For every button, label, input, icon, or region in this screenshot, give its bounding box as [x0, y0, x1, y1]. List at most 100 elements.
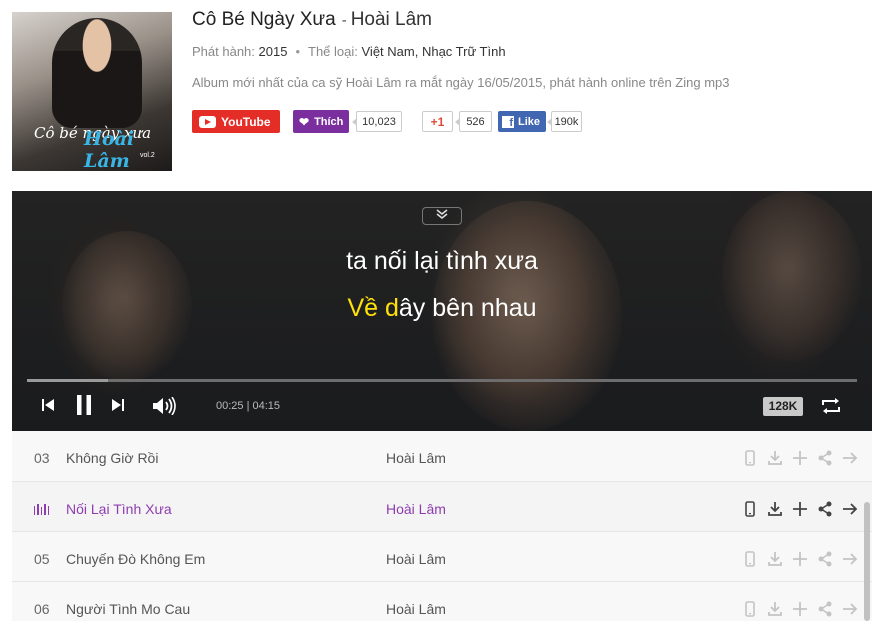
add-to-playlist-button[interactable] — [792, 551, 808, 567]
youtube-button[interactable]: YouTube — [192, 110, 280, 133]
like-count: 10,023 — [352, 111, 402, 132]
track-row[interactable]: 06 Người Tình Mo Cau Hoài Lâm — [12, 582, 872, 621]
repeat-icon — [822, 398, 840, 414]
time-display: 00:25 | 04:15 — [216, 400, 280, 412]
add-icon — [792, 601, 808, 617]
like-button[interactable]: ❤ Thích — [293, 110, 349, 133]
open-song-button[interactable] — [842, 501, 858, 517]
track-row[interactable]: 03 Không Giờ Rồi Hoài Lâm — [12, 431, 872, 482]
album-artist-link[interactable]: Hoài Lâm — [351, 9, 432, 30]
facebook-like-label: Like — [518, 115, 541, 128]
add-to-playlist-button[interactable] — [792, 501, 808, 517]
volume-button[interactable] — [152, 396, 178, 420]
open-song-button[interactable] — [842, 601, 858, 617]
share-icon — [817, 501, 833, 517]
share-button[interactable] — [817, 601, 833, 617]
time-separator: | — [243, 400, 253, 412]
add-to-playlist-button[interactable] — [792, 450, 808, 466]
pause-button[interactable] — [76, 395, 92, 420]
track-list-scrollbar[interactable] — [864, 502, 870, 621]
add-to-playlist-button[interactable] — [792, 601, 808, 617]
skip-previous-icon — [42, 399, 54, 411]
cover-artist-text: Hoài Lâm — [84, 128, 135, 171]
download-icon — [767, 601, 783, 617]
track-artist[interactable]: Hoài Lâm — [386, 450, 446, 466]
download-button[interactable] — [767, 450, 783, 466]
share-button[interactable] — [817, 450, 833, 466]
add-icon — [792, 551, 808, 567]
release-label: Phát hành: — [192, 44, 255, 59]
add-icon — [792, 501, 808, 517]
genre-links[interactable]: Việt Nam, Nhạc Trữ Tình — [362, 44, 506, 59]
facebook-icon: f — [502, 115, 514, 129]
next-button[interactable] — [110, 398, 126, 417]
open-song-button[interactable] — [842, 450, 858, 466]
current-time: 00:25 — [216, 400, 244, 412]
track-title[interactable]: Chuyến Đò Không Em — [66, 551, 205, 567]
youtube-icon — [199, 115, 216, 128]
facebook-like-button[interactable]: f Like — [498, 111, 546, 132]
mobile-icon — [742, 501, 758, 517]
track-row[interactable]: 05 Chuyến Đò Không Em Hoài Lâm — [12, 532, 872, 582]
track-number: 03 — [34, 450, 50, 466]
skip-next-icon — [112, 399, 124, 411]
like-label: Thích — [314, 115, 344, 128]
repeat-button[interactable] — [820, 397, 842, 420]
cover-photo — [52, 18, 142, 128]
arrow-right-icon — [842, 450, 858, 466]
title-separator: - — [341, 12, 347, 29]
release-year: 2015 — [258, 44, 288, 59]
arrow-right-icon — [842, 501, 858, 517]
zing-album-page: Cô bé ngày xưa Hoài Lâm vol.2 Cô Bé Ngày… — [0, 0, 895, 621]
google-plus-count: 526 — [455, 111, 492, 132]
collapse-lyrics-button[interactable] — [422, 207, 462, 225]
download-button[interactable] — [767, 501, 783, 517]
lyric-line-1: ta nối lại tình xưa — [346, 247, 538, 275]
background-photo-right — [722, 191, 862, 361]
album-cover[interactable]: Cô bé ngày xưa Hoài Lâm vol.2 — [12, 12, 172, 171]
send-to-mobile-button[interactable] — [742, 501, 758, 517]
lyric-highlighted: Về — [347, 294, 379, 322]
arrow-right-icon — [842, 601, 858, 617]
album-title: Cô Bé Ngày Xưa - Hoài Lâm — [192, 9, 432, 31]
track-artist[interactable]: Hoài Lâm — [386, 551, 446, 567]
track-artist[interactable]: Hoài Lâm — [386, 601, 446, 617]
youtube-label: YouTube — [221, 114, 271, 129]
track-actions — [742, 600, 858, 618]
send-to-mobile-button[interactable] — [742, 450, 758, 466]
lyric-line-2: Về dây bên nhau — [12, 294, 872, 323]
share-icon — [817, 450, 833, 466]
track-row-playing[interactable]: Nối Lại Tình Xưa Hoài Lâm — [12, 482, 872, 532]
track-title[interactable]: Người Tình Mo Cau — [66, 601, 190, 617]
track-list: 03 Không Giờ Rồi Hoài Lâm Nối Lại Tình Xưa H… — [12, 431, 872, 621]
track-number: 05 — [34, 551, 50, 567]
lyric-partial: d — [378, 294, 399, 322]
share-button[interactable] — [817, 501, 833, 517]
progress-bar[interactable] — [27, 379, 857, 382]
mobile-icon — [742, 601, 758, 617]
send-to-mobile-button[interactable] — [742, 551, 758, 567]
heart-icon: ❤ — [299, 114, 310, 129]
download-button[interactable] — [767, 551, 783, 567]
quality-button[interactable]: 128K — [763, 397, 803, 416]
arrow-right-icon — [842, 551, 858, 567]
download-button[interactable] — [767, 601, 783, 617]
pause-icon — [77, 395, 91, 415]
track-title[interactable]: Nối Lại Tình Xưa — [66, 501, 172, 517]
share-icon — [817, 601, 833, 617]
previous-button[interactable] — [40, 398, 56, 417]
facebook-like-count: 190k — [547, 111, 582, 132]
track-title[interactable]: Không Giờ Rồi — [66, 450, 158, 466]
double-chevron-down-icon — [436, 209, 448, 220]
track-artist[interactable]: Hoài Lâm — [386, 501, 446, 517]
track-actions — [742, 449, 858, 467]
album-description: Album mới nhất của ca sỹ Hoài Lâm ra mắt… — [192, 75, 730, 90]
google-plus-button[interactable]: +1 — [422, 111, 453, 132]
send-to-mobile-button[interactable] — [742, 601, 758, 617]
download-icon — [767, 501, 783, 517]
progress-fill — [27, 379, 109, 382]
open-song-button[interactable] — [842, 551, 858, 567]
track-number: 06 — [34, 601, 50, 617]
share-button[interactable] — [817, 551, 833, 567]
karaoke-player: ta nối lại tình xưa Về dây bên nhau 00:2… — [12, 191, 872, 431]
